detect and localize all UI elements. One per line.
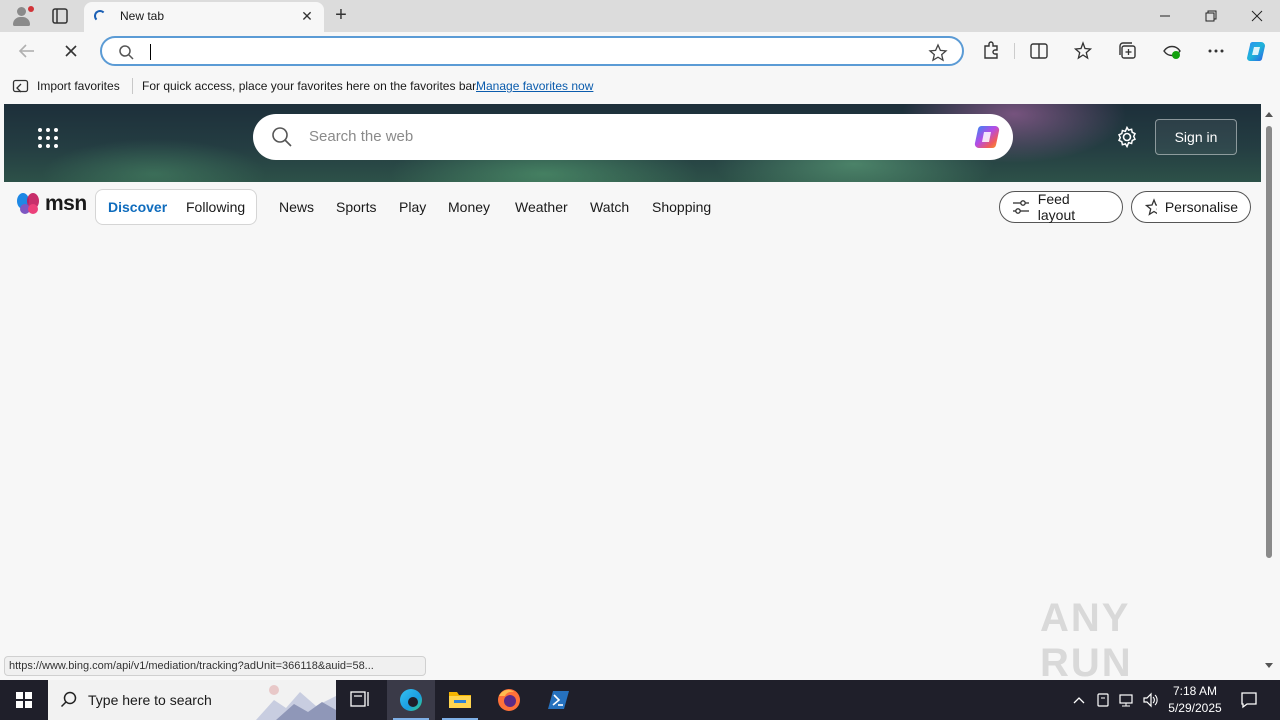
msn-page: Search the web Sign in msn Discover Foll… (4, 104, 1261, 676)
edge-icon (400, 689, 422, 711)
favorites-bar-message: For quick access, place your favorites h… (142, 79, 479, 93)
taskbar-search[interactable]: Type here to search (48, 680, 336, 720)
notifications-icon[interactable] (1239, 690, 1259, 710)
sparkle-star-icon (1144, 198, 1157, 216)
network-icon[interactable] (1118, 692, 1136, 708)
favorites-icon[interactable] (1070, 38, 1096, 64)
import-favorites-button[interactable]: Import favorites (12, 78, 120, 94)
taskbar-edge[interactable] (387, 680, 435, 720)
page-scrollbar[interactable] (1262, 104, 1276, 676)
favorite-star-icon[interactable] (928, 43, 948, 63)
taskbar-clock[interactable]: 7:18 AM 5/29/2025 (1160, 683, 1230, 717)
copilot-icon[interactable] (1244, 38, 1270, 64)
app-launcher-icon[interactable] (38, 128, 58, 148)
volume-icon[interactable] (1142, 692, 1160, 708)
search-icon (272, 127, 292, 147)
web-search-box[interactable]: Search the web (253, 114, 1013, 160)
import-favorites-label: Import favorites (37, 79, 120, 93)
folder-icon (449, 692, 471, 708)
new-tab-button[interactable]: + (330, 5, 352, 27)
tab-new-tab[interactable]: New tab ✕ (84, 2, 324, 32)
stop-loading-button[interactable] (58, 38, 84, 64)
sliders-icon (1013, 200, 1029, 214)
msn-butterfly-icon (17, 193, 39, 214)
more-options-icon[interactable] (1203, 38, 1229, 64)
personalise-label: Personalise (1164, 199, 1238, 215)
address-bar[interactable] (100, 36, 964, 66)
clock-time: 7:18 AM (1172, 684, 1218, 698)
tab-following[interactable]: Following (186, 199, 245, 215)
nav-shopping[interactable]: Shopping (652, 199, 711, 215)
taskbar: Type here to search 7:18 AM 5/29/2025 (0, 680, 1280, 720)
close-tab-icon[interactable]: ✕ (298, 7, 316, 25)
split-screen-icon[interactable] (1026, 38, 1052, 64)
taskbar-file-explorer[interactable] (436, 680, 484, 720)
nav-play[interactable]: Play (399, 199, 426, 215)
msn-wordmark: msn (45, 192, 87, 215)
import-icon (12, 79, 29, 93)
msn-navigation: msn Discover Following News Sports Play … (4, 182, 1261, 230)
favorites-bar: Import favorites For quick access, place… (0, 70, 1280, 102)
taskbar-powershell[interactable] (534, 680, 582, 720)
show-hidden-icons-icon[interactable] (1071, 692, 1087, 708)
close-window-button[interactable] (1234, 0, 1280, 32)
msn-logo[interactable]: msn (16, 192, 87, 216)
back-button[interactable] (14, 38, 40, 64)
toolbar (0, 32, 1280, 70)
search-icon (119, 45, 134, 60)
status-url-bar: https://www.bing.com/api/v1/mediation/tr… (4, 656, 426, 676)
powershell-icon (548, 691, 569, 709)
scrollbar-thumb[interactable] (1266, 126, 1272, 558)
clock-date: 5/29/2025 (1168, 701, 1222, 715)
anyrun-watermark: ANY RUN (1040, 596, 1133, 685)
start-button[interactable] (0, 680, 48, 720)
extensions-icon[interactable] (978, 38, 1004, 64)
nav-sports[interactable]: Sports (336, 199, 376, 215)
loading-spinner-icon (94, 10, 106, 22)
taskbar-search-placeholder: Type here to search (88, 692, 212, 708)
nav-watch[interactable]: Watch (590, 199, 629, 215)
nav-weather[interactable]: Weather (515, 199, 568, 215)
windows-logo-icon (16, 692, 32, 708)
tab-title: New tab (120, 9, 165, 23)
collections-icon[interactable] (1115, 38, 1141, 64)
minimize-button[interactable] (1142, 0, 1188, 32)
web-search-placeholder: Search the web (309, 128, 414, 145)
scroll-down-arrow[interactable] (1265, 663, 1273, 668)
firefox-icon (498, 689, 520, 711)
device-icon[interactable] (1095, 692, 1111, 708)
tab-actions-icon[interactable] (48, 6, 72, 26)
settings-gear-icon[interactable] (1116, 126, 1138, 148)
tab-discover[interactable]: Discover (108, 199, 167, 215)
nav-news[interactable]: News (279, 199, 314, 215)
sign-in-button[interactable]: Sign in (1155, 119, 1237, 155)
scroll-up-arrow[interactable] (1265, 112, 1273, 117)
manage-favorites-link[interactable]: Manage favorites now (476, 79, 593, 93)
copilot-search-icon[interactable] (973, 124, 1003, 150)
feed-layout-label: Feed layout (1037, 191, 1076, 223)
personalise-button[interactable]: Personalise (1131, 191, 1251, 223)
favorites-divider (132, 78, 133, 94)
task-view-button[interactable] (336, 680, 384, 720)
task-view-icon (350, 691, 369, 707)
feed-layout-button[interactable]: Feed layout (999, 191, 1123, 223)
hero-banner: Search the web Sign in (4, 104, 1261, 182)
restore-button[interactable] (1188, 0, 1234, 32)
browser-essentials-icon[interactable] (1159, 38, 1185, 64)
feed-tabs: Discover Following (95, 189, 257, 225)
address-input[interactable] (150, 40, 910, 62)
search-highlight-image (256, 685, 336, 720)
nav-money[interactable]: Money (448, 199, 490, 215)
taskbar-firefox[interactable] (485, 680, 533, 720)
toolbar-divider (1014, 43, 1015, 59)
profile-icon[interactable] (8, 4, 36, 28)
title-bar: New tab ✕ + (0, 0, 1280, 32)
search-icon (60, 691, 77, 708)
